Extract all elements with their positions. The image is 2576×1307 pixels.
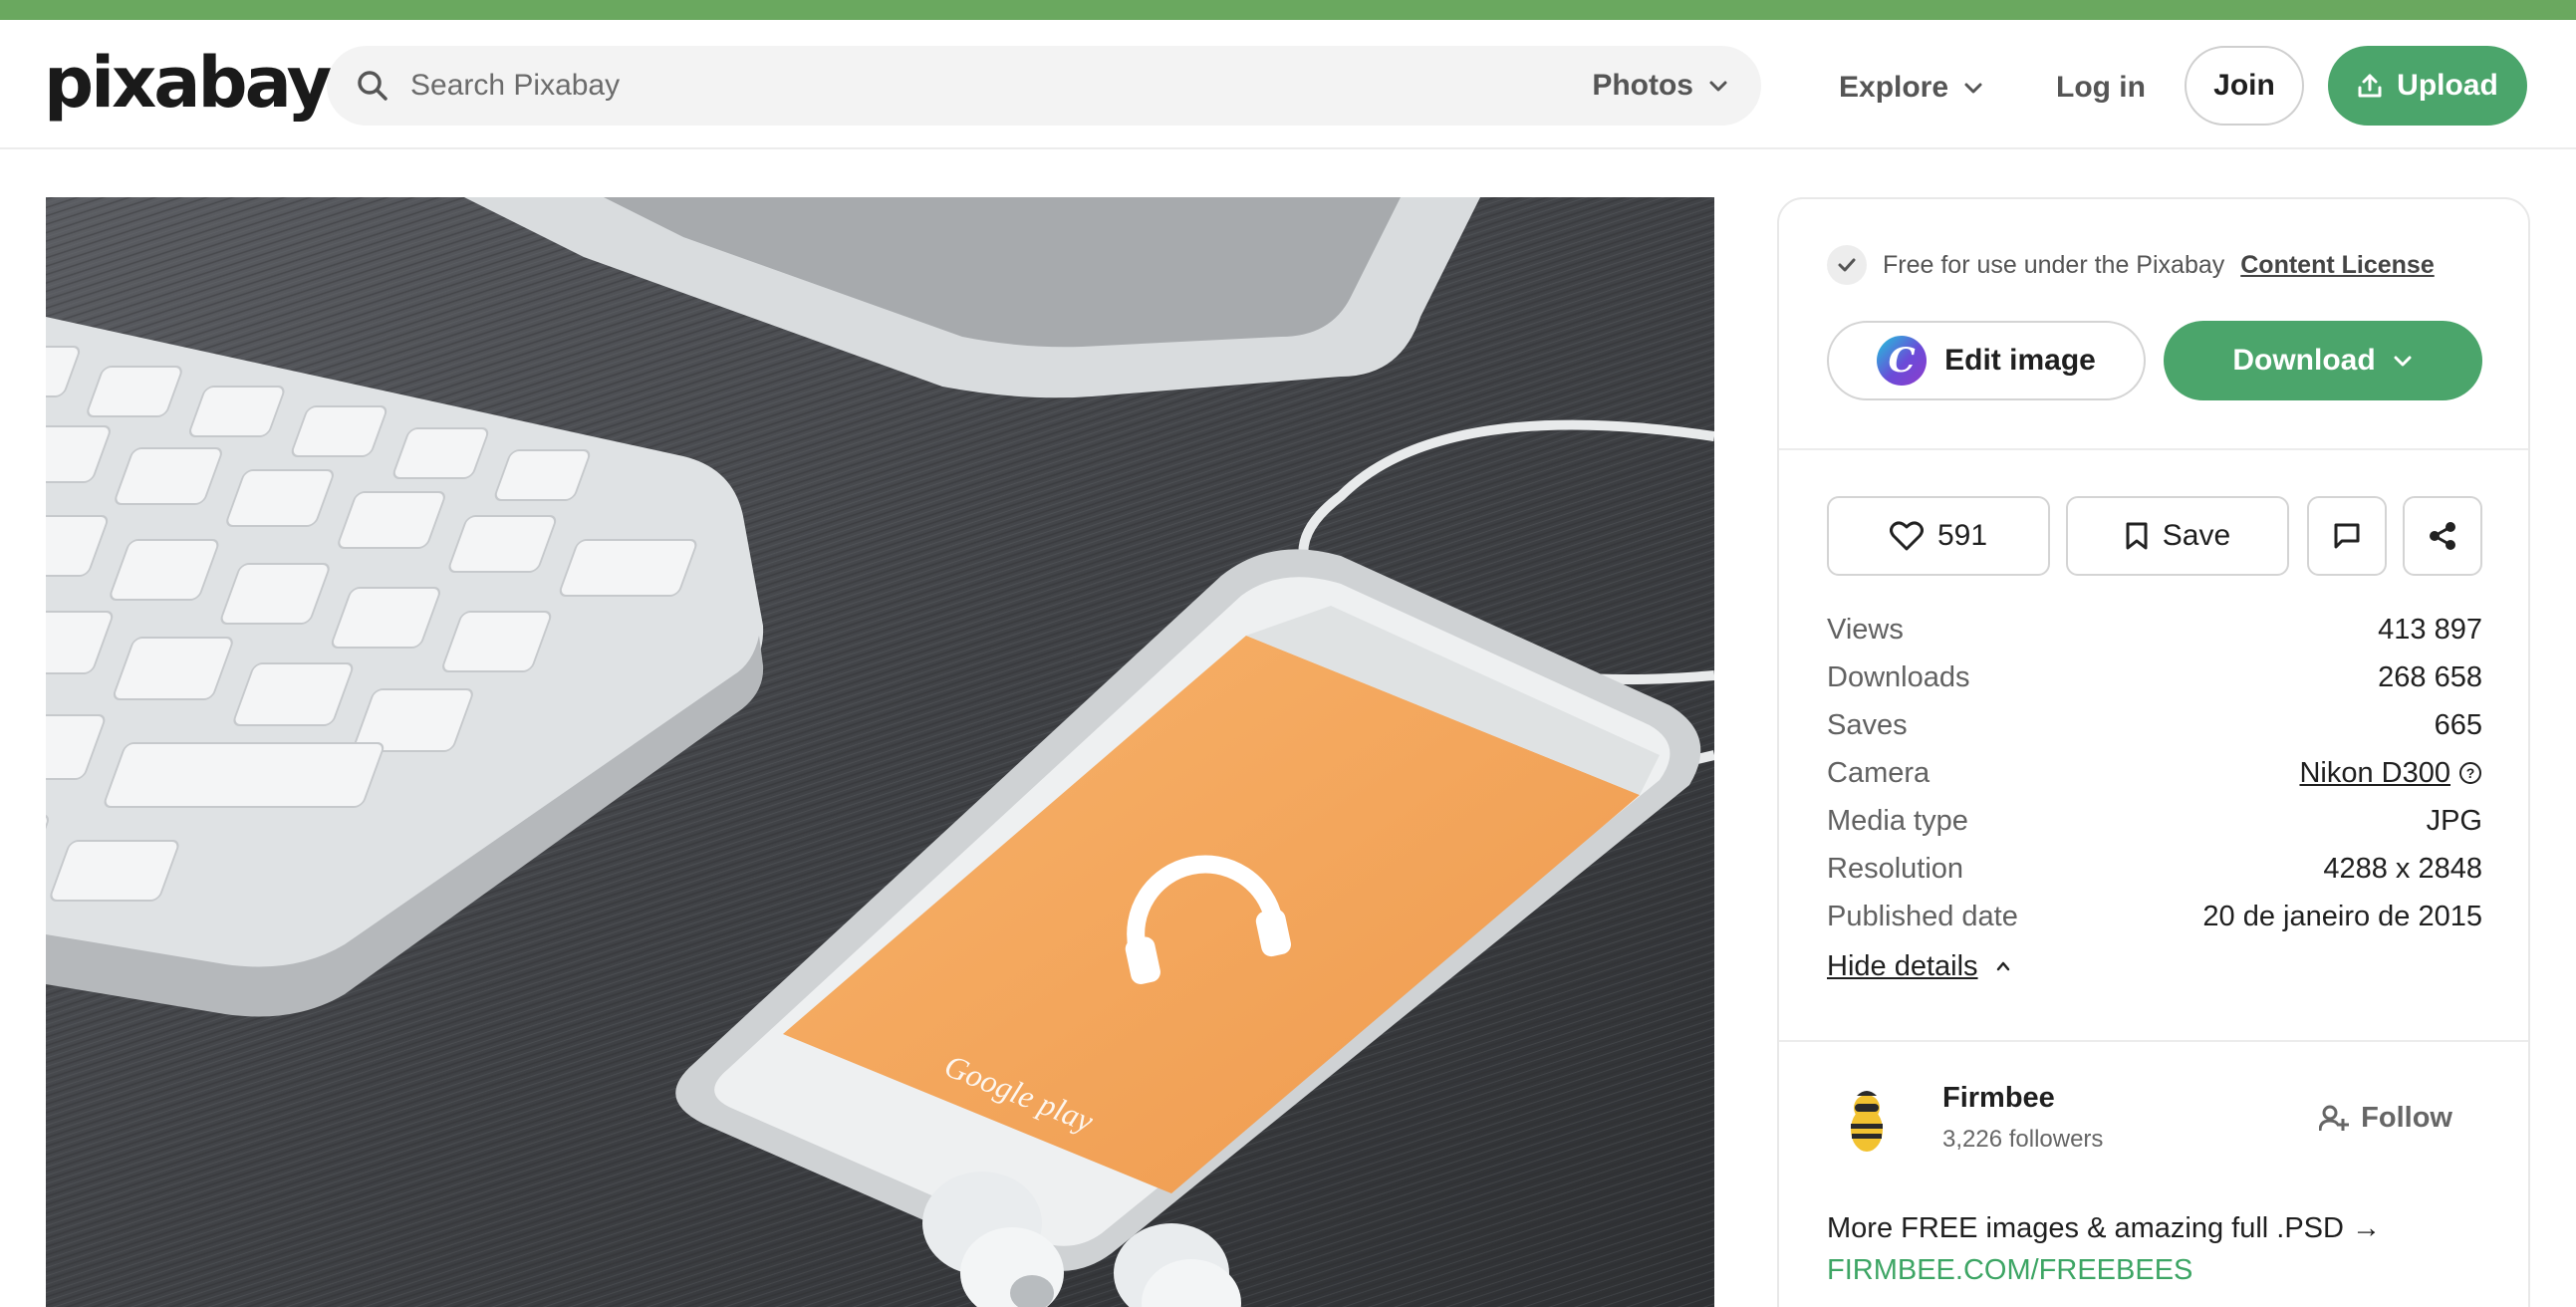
detail-label: Saves bbox=[1827, 708, 1908, 741]
license-info: Free for use under the Pixabay Content L… bbox=[1827, 245, 2435, 285]
detail-label: Downloads bbox=[1827, 660, 1970, 693]
explore-label: Explore bbox=[1839, 71, 1949, 104]
like-count: 591 bbox=[1936, 519, 1988, 552]
media-type-label: Photos bbox=[1592, 69, 1693, 102]
detail-row-views: Views 413 897 bbox=[1827, 606, 2482, 654]
chevron-down-icon bbox=[1964, 83, 1982, 94]
like-button[interactable]: 591 bbox=[1827, 496, 2050, 576]
media-type-dropdown[interactable]: Photos bbox=[1592, 64, 1729, 108]
detail-row-published-date: Published date 20 de janeiro de 2015 bbox=[1827, 893, 2482, 940]
author-followers: 3,226 followers bbox=[1942, 1126, 2104, 1153]
bookmark-icon bbox=[2126, 522, 2148, 550]
search-icon bbox=[358, 71, 387, 101]
detail-row-camera: Camera Nikon D300 ? bbox=[1827, 749, 2482, 797]
detail-value: 20 de janeiro de 2015 bbox=[2202, 900, 2482, 932]
camera-link[interactable]: Nikon D300 bbox=[2299, 757, 2450, 790]
detail-label: Published date bbox=[1827, 900, 2018, 932]
image-details-panel: Free for use under the Pixabay Content L… bbox=[1777, 197, 2530, 1307]
detail-row-downloads: Downloads 268 658 bbox=[1827, 654, 2482, 701]
add-user-icon bbox=[2319, 1105, 2350, 1131]
detail-row-saves: Saves 665 bbox=[1827, 701, 2482, 749]
upload-button[interactable]: Upload bbox=[2328, 46, 2527, 126]
follow-button[interactable]: Follow bbox=[2319, 1102, 2452, 1135]
download-button[interactable]: Download bbox=[2164, 321, 2482, 400]
detail-value: 268 658 bbox=[2378, 660, 2482, 693]
check-icon bbox=[1827, 245, 1867, 285]
pixabay-logo[interactable]: pixabay bbox=[44, 48, 332, 118]
join-button[interactable]: Join bbox=[2185, 46, 2304, 126]
site-header: pixabay Photos Explore Log in Join Uploa… bbox=[0, 20, 2576, 149]
bee-avatar-icon bbox=[1851, 1091, 1883, 1152]
top-accent-bar bbox=[0, 0, 2576, 20]
detail-label: Views bbox=[1827, 613, 1904, 646]
detail-value: 665 bbox=[2434, 708, 2482, 741]
svg-text:?: ? bbox=[2466, 765, 2475, 781]
detail-label: Media type bbox=[1827, 804, 1968, 837]
upload-icon bbox=[2358, 74, 2382, 98]
chevron-up-icon bbox=[1996, 961, 2009, 971]
license-text: Free for use under the Pixabay bbox=[1883, 250, 2225, 279]
divider bbox=[1779, 448, 2528, 450]
heart-icon bbox=[1889, 521, 1924, 551]
detail-label: Resolution bbox=[1827, 852, 1964, 885]
canva-logo-icon: C bbox=[1877, 336, 1928, 386]
detail-value: Nikon D300 ? bbox=[2299, 757, 2482, 790]
detail-value: 4288 x 2848 bbox=[2323, 852, 2482, 885]
chevron-down-icon bbox=[2394, 356, 2412, 367]
share-button[interactable] bbox=[2403, 496, 2482, 576]
photo-illustration: Google play bbox=[46, 197, 1714, 1307]
avatar[interactable] bbox=[1827, 1082, 1907, 1162]
share-icon bbox=[2430, 522, 2455, 550]
author-name[interactable]: Firmbee bbox=[1942, 1082, 2055, 1115]
content-license-link[interactable]: Content License bbox=[2240, 251, 2434, 280]
detail-label: Camera bbox=[1827, 756, 1931, 789]
help-icon[interactable]: ? bbox=[2458, 761, 2482, 785]
login-link[interactable]: Log in bbox=[2056, 66, 2146, 110]
hide-details-label: Hide details bbox=[1827, 949, 1978, 982]
search-bar[interactable]: Photos bbox=[327, 46, 1761, 126]
download-label: Download bbox=[2232, 344, 2376, 377]
comment-icon bbox=[2334, 523, 2360, 549]
edit-image-button[interactable]: C Edit image bbox=[1827, 321, 2146, 400]
save-label: Save bbox=[2162, 519, 2231, 552]
detail-value: 413 897 bbox=[2378, 613, 2482, 646]
upload-label: Upload bbox=[2397, 69, 2498, 102]
main-photo[interactable]: Google play bbox=[46, 197, 1714, 1307]
detail-value: JPG bbox=[2426, 804, 2482, 837]
save-button[interactable]: Save bbox=[2066, 496, 2289, 576]
search-input[interactable] bbox=[410, 62, 1506, 110]
divider bbox=[1779, 1040, 2528, 1042]
promo-text: More FREE images & amazing full .PSD → bbox=[1827, 1212, 2382, 1244]
promo-link[interactable]: FIRMBEE.COM/FREEBEES bbox=[1827, 1249, 2504, 1291]
image-details: Views 413 897 Downloads 268 658 Saves 66… bbox=[1827, 606, 2482, 990]
author-block: Firmbee 3,226 followers Follow bbox=[1827, 1076, 2482, 1166]
chevron-down-icon bbox=[1709, 81, 1727, 92]
hide-details-toggle[interactable]: Hide details bbox=[1827, 942, 2482, 990]
explore-menu[interactable]: Explore bbox=[1839, 66, 1984, 110]
detail-row-resolution: Resolution 4288 x 2848 bbox=[1827, 845, 2482, 893]
follow-label: Follow bbox=[2361, 1102, 2452, 1134]
edit-image-label: Edit image bbox=[1944, 344, 2096, 377]
author-promo: More FREE images & amazing full .PSD → F… bbox=[1827, 1207, 2504, 1291]
detail-row-media-type: Media type JPG bbox=[1827, 797, 2482, 845]
comment-button[interactable] bbox=[2307, 496, 2387, 576]
